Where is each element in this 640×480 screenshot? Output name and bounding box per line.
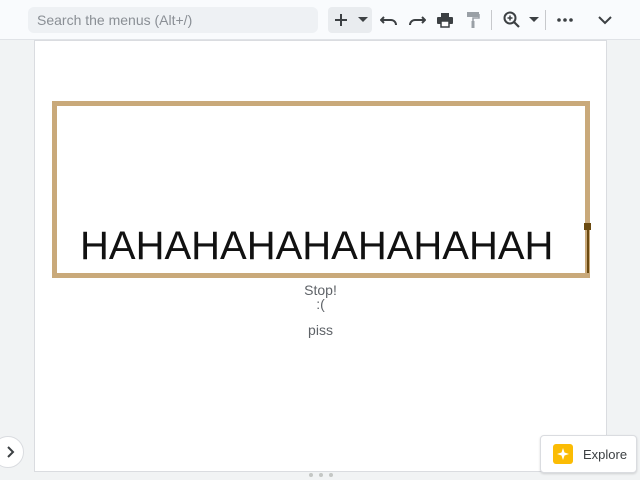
zoom-button[interactable] [498,7,526,33]
slide-canvas[interactable]: HAHAHAHAHAHAHAHAH Stop! :( piss [34,40,607,472]
collapse-menus-button[interactable] [591,7,619,33]
chevron-right-icon [7,446,15,458]
zoom-in-icon [503,11,520,28]
caption-line-3[interactable]: piss [35,322,606,338]
search-menus-input[interactable]: Search the menus (Alt+/) [28,7,318,33]
insert-dropdown-button[interactable] [354,7,372,33]
redo-icon [409,16,426,26]
more-button[interactable] [551,7,579,33]
paint-roller-icon [467,12,480,28]
explore-label: Explore [583,446,628,462]
insert-button[interactable] [328,7,354,33]
redo-button[interactable] [403,7,431,33]
text-cursor-handle[interactable] [584,223,591,230]
chevron-down-icon [598,15,612,24]
caret-down-icon [358,17,368,22]
plus-icon [335,14,347,26]
toolbar-divider [491,10,492,30]
toolbar-divider [545,10,546,30]
toolbar: Search the menus (Alt+/) [0,0,640,40]
explore-button[interactable]: Explore [540,435,637,473]
caret-down-icon [529,17,539,22]
print-icon [437,12,453,28]
paint-format-button[interactable] [459,7,487,33]
caption-line-2[interactable]: :( [35,296,606,312]
undo-icon [380,16,397,26]
resize-handle[interactable] [309,472,333,478]
zoom-dropdown-button[interactable] [526,7,542,33]
print-button[interactable] [431,7,459,33]
text-cursor [587,227,589,273]
explore-sparkle-icon [553,444,573,464]
side-panel-toggle-button[interactable] [0,436,24,468]
selected-text-box[interactable]: HAHAHAHAHAHAHAHAH [52,101,591,278]
slide-main-text[interactable]: HAHAHAHAHAHAHAHAH [80,224,553,268]
undo-button[interactable] [375,7,403,33]
more-horizontal-icon [557,18,573,22]
